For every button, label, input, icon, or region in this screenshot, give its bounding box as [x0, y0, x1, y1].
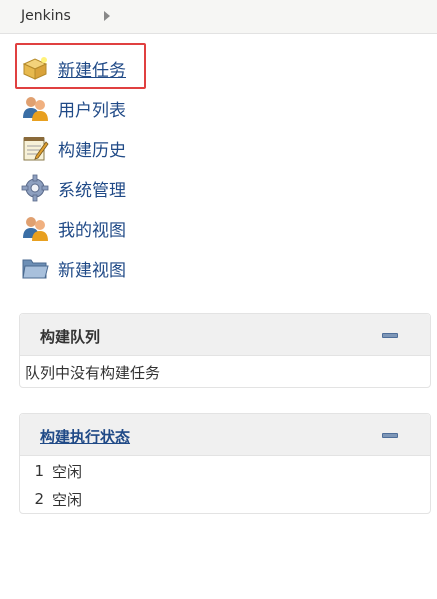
user-icon	[23, 217, 48, 241]
task-my-views[interactable]: 我的视图	[18, 208, 278, 248]
gear-icon	[21, 174, 49, 202]
executor-row: 1 空闲	[20, 457, 430, 485]
task-build-history[interactable]: 构建历史	[18, 128, 278, 168]
executor-status-pane: 构建执行状态 1 空闲 2 空闲	[19, 413, 431, 514]
people-icon	[23, 97, 48, 121]
executor-status: 空闲	[52, 490, 83, 509]
build-queue-pane: 构建队列 队列中没有构建任务	[19, 313, 431, 388]
collapse-icon[interactable]	[382, 333, 398, 338]
task-new-item[interactable]: 新建任务	[18, 48, 278, 88]
notepad-icon	[23, 137, 49, 161]
executor-status-header: 构建执行状态	[20, 414, 430, 456]
breadcrumb-jenkins-link[interactable]: Jenkins	[21, 8, 71, 24]
build-queue-title: 构建队列	[40, 328, 101, 346]
task-manage[interactable]: 系统管理	[18, 168, 278, 208]
task-label: 新建视图	[58, 260, 126, 281]
breadcrumb: Jenkins	[0, 0, 437, 34]
breadcrumb-arrow-icon[interactable]	[104, 11, 110, 21]
task-people[interactable]: 用户列表	[18, 88, 278, 128]
folder-icon	[22, 259, 49, 279]
executor-status-title-link[interactable]: 构建执行状态	[40, 426, 130, 447]
executor-row: 2 空闲	[20, 485, 430, 513]
executor-list: 1 空闲 2 空闲	[20, 456, 430, 513]
task-label: 系统管理	[58, 180, 126, 201]
executor-status: 空闲	[52, 462, 83, 481]
task-list: 新建任务 用户列表 构建历史 系统管理 我的视图 新建视图	[18, 48, 278, 288]
task-label: 构建历史	[58, 140, 126, 161]
collapse-icon[interactable]	[382, 433, 398, 438]
executor-number: 1	[34, 462, 44, 480]
new-item-icon	[22, 57, 48, 80]
task-label: 我的视图	[58, 220, 126, 241]
executor-number: 2	[34, 490, 44, 508]
build-queue-empty-text: 队列中没有构建任务	[25, 364, 161, 382]
build-queue-header: 构建队列	[20, 314, 430, 356]
task-label: 用户列表	[58, 100, 126, 121]
task-label: 新建任务	[58, 60, 126, 81]
task-new-view[interactable]: 新建视图	[18, 248, 278, 288]
